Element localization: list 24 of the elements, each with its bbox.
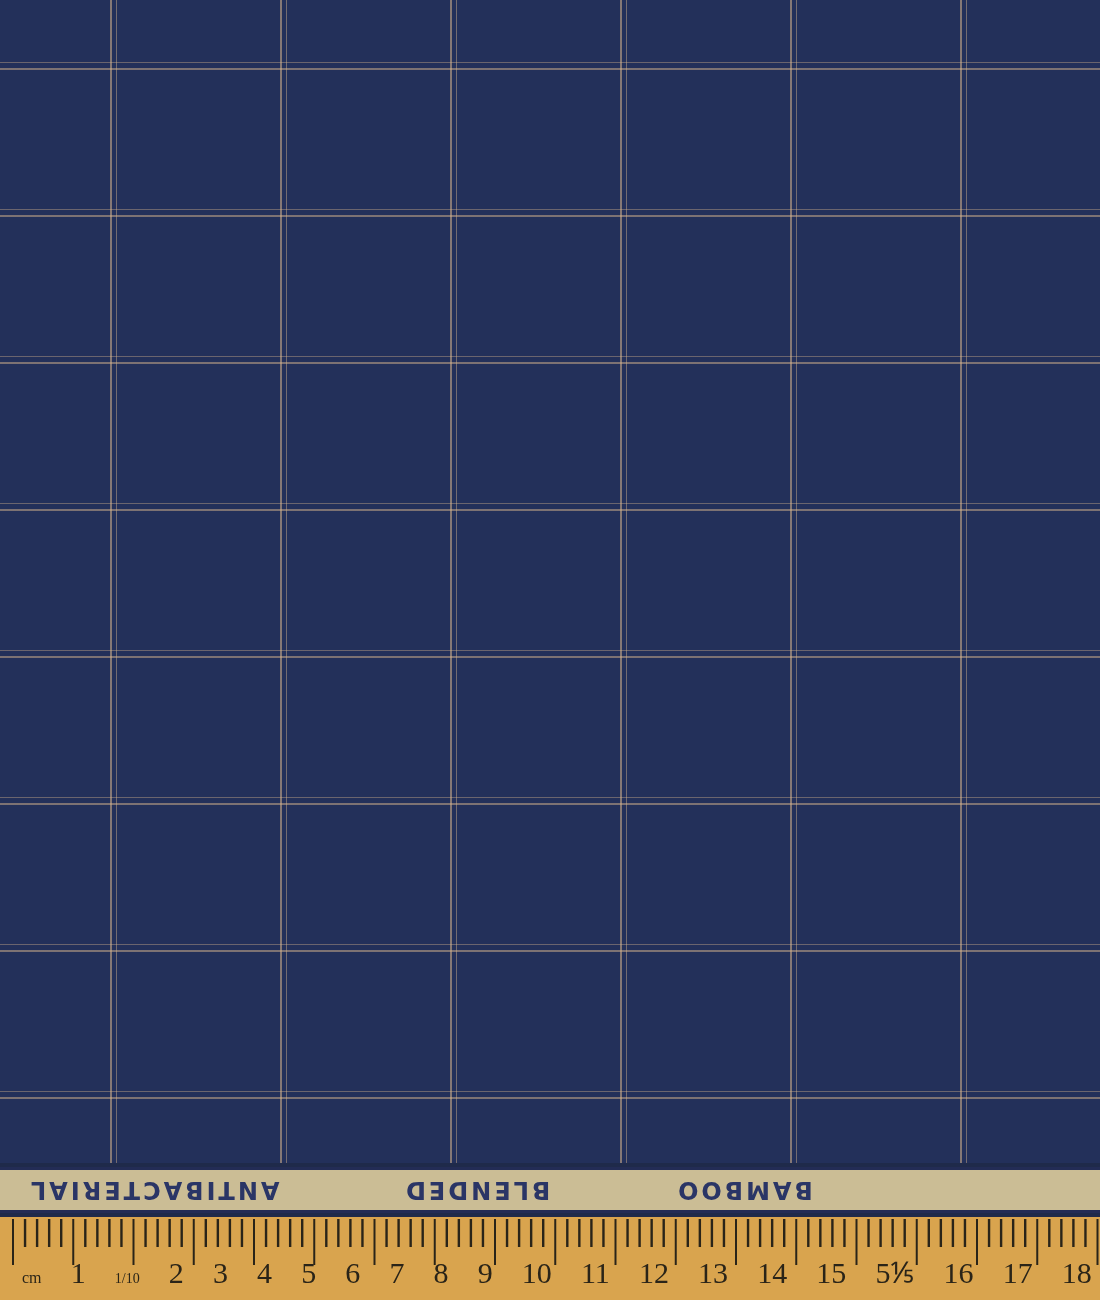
selvedge-word: ANTIBACTERIAL [28, 1176, 280, 1204]
selvedge-word: BAMBOO [674, 1176, 813, 1204]
ruler-number: 10 [521, 1256, 552, 1290]
ruler-number: 3 [212, 1256, 228, 1290]
ruler-number: 11 [580, 1256, 610, 1290]
ruler-number: 8 [433, 1256, 449, 1290]
ruler-number: 15 [816, 1256, 847, 1290]
selvedge-word: BLENDED [403, 1176, 551, 1204]
ruler-number: 13 [698, 1256, 729, 1290]
ruler-number: 4 [257, 1256, 273, 1290]
ruler-number: 16 [943, 1256, 974, 1290]
ruler-number: 1 [70, 1256, 86, 1290]
ruler-number: 7 [389, 1256, 405, 1290]
ruler-number: 5⅕ [875, 1255, 915, 1291]
ruler-number: 2 [168, 1256, 184, 1290]
ruler-number: 17 [1002, 1256, 1033, 1290]
ruler-number: 14 [757, 1256, 788, 1290]
ruler-number: cm [22, 1269, 42, 1287]
ruler-number: 9 [477, 1256, 493, 1290]
ruler-number: 5 [301, 1256, 317, 1290]
ruler-number: 6 [345, 1256, 361, 1290]
ruler-number: 12 [638, 1256, 669, 1290]
ruler-number: 1/10 [114, 1271, 140, 1287]
ruler-number: 18 [1061, 1256, 1092, 1290]
